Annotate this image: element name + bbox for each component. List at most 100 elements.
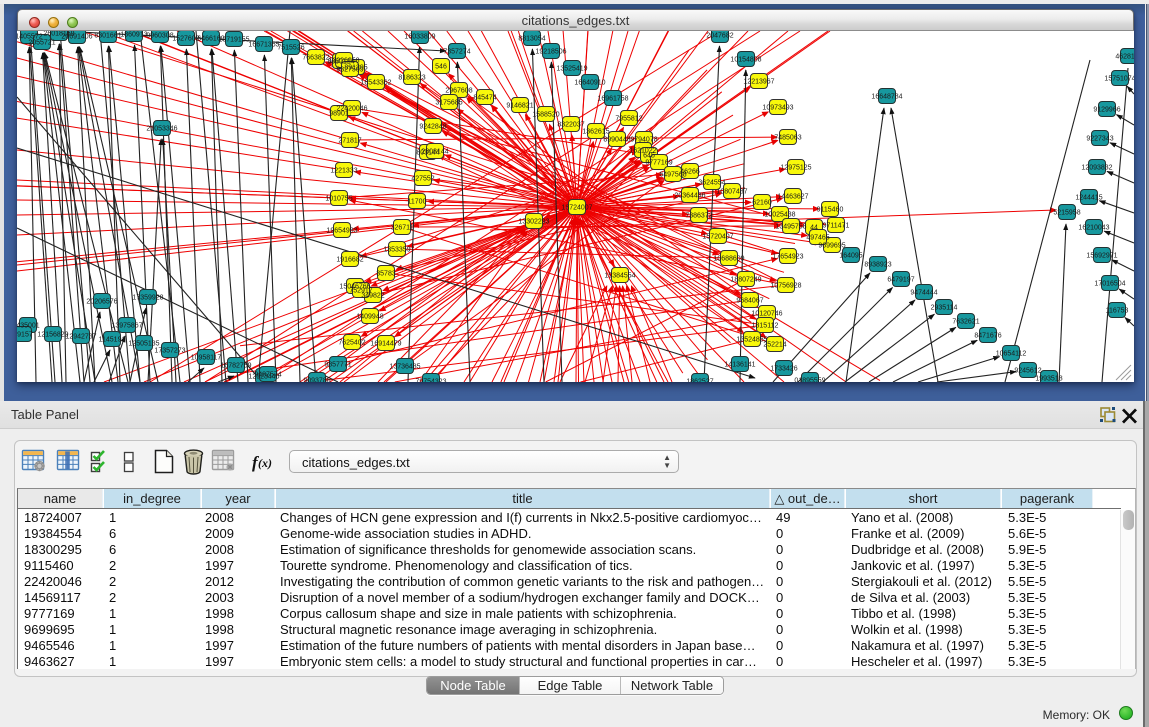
svg-text:16914479: 16914479 [370, 341, 401, 348]
svg-text:16961758: 16961758 [597, 96, 628, 103]
svg-text:7386372: 7386372 [685, 213, 712, 220]
svg-text:9487574: 9487574 [254, 372, 281, 379]
svg-text:845474: 845474 [473, 95, 496, 102]
svg-text:1815112: 1815112 [752, 323, 779, 330]
svg-text:8938923: 8938923 [864, 262, 891, 269]
svg-text:7955812: 7955812 [615, 116, 642, 123]
svg-text:17359928: 17359928 [132, 295, 163, 302]
svg-text:79754323: 79754323 [415, 379, 446, 383]
svg-text:752917: 752917 [349, 288, 372, 295]
svg-text:9684067: 9684067 [736, 298, 763, 305]
svg-text:116753: 116753 [1106, 308, 1129, 315]
svg-text:1860913: 1860913 [120, 32, 147, 39]
svg-text:39157: 39157 [17, 332, 33, 339]
svg-text:6497568: 6497568 [659, 172, 686, 179]
svg-text:18724007: 18724007 [561, 205, 592, 212]
svg-text:14463627: 14463627 [777, 194, 808, 201]
svg-text:7515526: 7515526 [277, 45, 304, 52]
svg-text:1221333: 1221333 [330, 168, 357, 175]
svg-text:44: 44 [810, 225, 818, 232]
svg-text:15751074: 15751074 [1104, 76, 1134, 83]
svg-text:3624554: 3624554 [698, 180, 725, 187]
svg-text:8990448: 8990448 [603, 137, 630, 144]
svg-text:17654923: 17654923 [772, 254, 803, 261]
svg-text:1527602: 1527602 [172, 36, 199, 43]
svg-text:2935114: 2935114 [931, 305, 958, 312]
svg-text:21053346: 21053346 [146, 126, 177, 133]
svg-text:9115460: 9115460 [817, 207, 844, 214]
svg-text:9960308: 9960308 [146, 33, 173, 40]
svg-text:6479197: 6479197 [887, 277, 914, 284]
svg-text:19384554: 19384554 [604, 273, 635, 280]
svg-text:13226058: 13226058 [328, 58, 359, 65]
svg-text:9327509: 9327509 [336, 67, 363, 74]
svg-text:1145191: 1145191 [99, 337, 126, 344]
svg-text:13495758: 13495758 [775, 224, 806, 231]
svg-text:1916682: 1916682 [336, 257, 363, 264]
svg-text:8301661: 8301661 [94, 33, 121, 40]
svg-text:1409948: 1409948 [356, 314, 383, 321]
svg-text:01895559: 01895559 [794, 378, 825, 383]
svg-text:4628194: 4628194 [1115, 54, 1134, 61]
svg-text:8813054: 8813054 [518, 36, 545, 43]
svg-text:2803144: 2803144 [421, 149, 448, 156]
svg-text:98901: 98901 [329, 111, 349, 118]
svg-text:9794078: 9794078 [630, 137, 657, 144]
svg-text:9242848: 9242848 [419, 124, 446, 131]
svg-text:10958117: 10958117 [191, 355, 222, 362]
svg-text:18807249: 18807249 [730, 277, 761, 284]
svg-text:16210043: 16210043 [1078, 225, 1109, 232]
svg-text:10120746: 10120746 [751, 311, 782, 318]
svg-text:7357274: 7357274 [443, 49, 470, 56]
svg-text:1862527: 1862527 [686, 379, 713, 383]
svg-text:8322037: 8322037 [557, 122, 584, 129]
svg-text:20206576: 20206576 [86, 299, 117, 306]
svg-text:13302293: 13302293 [518, 219, 549, 226]
svg-text:9474444: 9474444 [910, 290, 937, 297]
svg-text:10688609: 10688609 [713, 256, 744, 263]
svg-text:1010755: 1010755 [325, 196, 352, 203]
svg-text:14136141: 14136141 [724, 362, 755, 369]
svg-text:435001: 435001 [17, 323, 40, 330]
svg-text:16671355: 16671355 [248, 42, 279, 49]
svg-text:13975867: 13975867 [111, 323, 142, 330]
svg-text:497465: 497465 [806, 235, 829, 242]
svg-text:16033809: 16033809 [404, 34, 435, 41]
svg-text:427552: 427552 [411, 176, 434, 183]
svg-text:13525419: 13525419 [556, 66, 587, 73]
svg-text:12975125: 12975125 [780, 165, 811, 172]
svg-text:62160: 62160 [752, 200, 772, 207]
svg-text:16543362: 16543362 [360, 80, 391, 87]
svg-text:9129966: 9129966 [1093, 107, 1120, 114]
svg-text:16640910: 16640910 [574, 80, 605, 87]
svg-text:12942737: 12942737 [65, 334, 96, 341]
svg-text:19218506: 19218506 [535, 49, 566, 56]
svg-text:252214: 252214 [763, 342, 786, 349]
svg-text:8186323: 8186323 [398, 75, 425, 82]
svg-text:546: 546 [435, 64, 447, 71]
svg-text:35783: 35783 [376, 271, 396, 278]
svg-text:9699695: 9699695 [818, 243, 845, 250]
svg-text:7663822: 7663822 [302, 55, 329, 62]
svg-text:10807487: 10807487 [716, 189, 747, 196]
svg-text:8471676: 8471676 [974, 333, 1001, 340]
svg-text:9146821: 9146821 [506, 103, 533, 110]
svg-text:1353359: 1353359 [383, 247, 410, 254]
svg-text:10654112: 10654112 [996, 351, 1027, 358]
svg-text:17357273: 17357273 [154, 348, 185, 355]
svg-text:20364436: 20364436 [674, 193, 705, 200]
svg-text:1362615: 1362615 [582, 129, 609, 136]
svg-text:10756928: 10756928 [770, 283, 801, 290]
svg-text:10973493: 10973493 [762, 105, 793, 112]
svg-text:10719155: 10719155 [218, 37, 249, 44]
svg-text:2055721: 2055721 [28, 40, 55, 47]
svg-text:5215958: 5215958 [1053, 210, 1080, 217]
svg-text:12213967: 12213967 [743, 79, 774, 86]
svg-text:1733426: 1733426 [770, 366, 797, 373]
svg-text:7632621: 7632621 [952, 319, 979, 326]
svg-text:9777169: 9777169 [645, 160, 672, 167]
svg-text:164095: 164095 [839, 253, 862, 260]
svg-text:271817: 271817 [338, 138, 361, 145]
svg-text:(x): (x) [258, 456, 272, 470]
svg-text:645: 645 [643, 153, 655, 160]
